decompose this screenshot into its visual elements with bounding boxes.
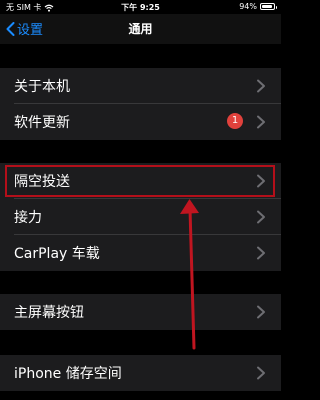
chevron-right-icon — [257, 210, 265, 224]
status-bar: 无 SIM 卡 下午 9:25 94% — [0, 0, 281, 14]
row-carplay[interactable]: CarPlay 车载 — [0, 235, 281, 271]
chevron-right-icon — [257, 366, 265, 380]
chevron-right-icon — [257, 79, 265, 93]
row-label: iPhone 储存空间 — [14, 366, 122, 382]
page-title: 通用 — [128, 22, 153, 36]
row-about[interactable]: 关于本机 — [0, 68, 281, 104]
row-label: CarPlay 车载 — [14, 246, 100, 262]
update-badge: 1 — [227, 113, 243, 129]
battery-icon — [260, 3, 277, 10]
chevron-right-icon — [257, 115, 265, 129]
settings-group-1: 关于本机 软件更新 1 — [0, 68, 281, 140]
settings-group-4: iPhone 储存空间 — [0, 355, 281, 391]
row-software-update[interactable]: 软件更新 1 — [0, 104, 281, 140]
row-label: 软件更新 — [14, 115, 70, 131]
nav-bar: 设置 通用 — [0, 14, 281, 44]
status-right: 94% — [239, 2, 277, 11]
battery-percent: 94% — [239, 2, 257, 11]
row-label: 关于本机 — [14, 79, 70, 95]
row-handoff[interactable]: 接力 — [0, 199, 281, 235]
chevron-right-icon — [257, 305, 265, 319]
row-label: 主屏幕按钮 — [14, 305, 84, 321]
row-home-button[interactable]: 主屏幕按钮 — [0, 294, 281, 330]
row-iphone-storage[interactable]: iPhone 储存空间 — [0, 355, 281, 391]
chevron-right-icon — [257, 246, 265, 260]
highlight-box — [5, 165, 275, 197]
settings-group-3: 主屏幕按钮 — [0, 294, 281, 330]
row-label: 接力 — [14, 210, 42, 226]
